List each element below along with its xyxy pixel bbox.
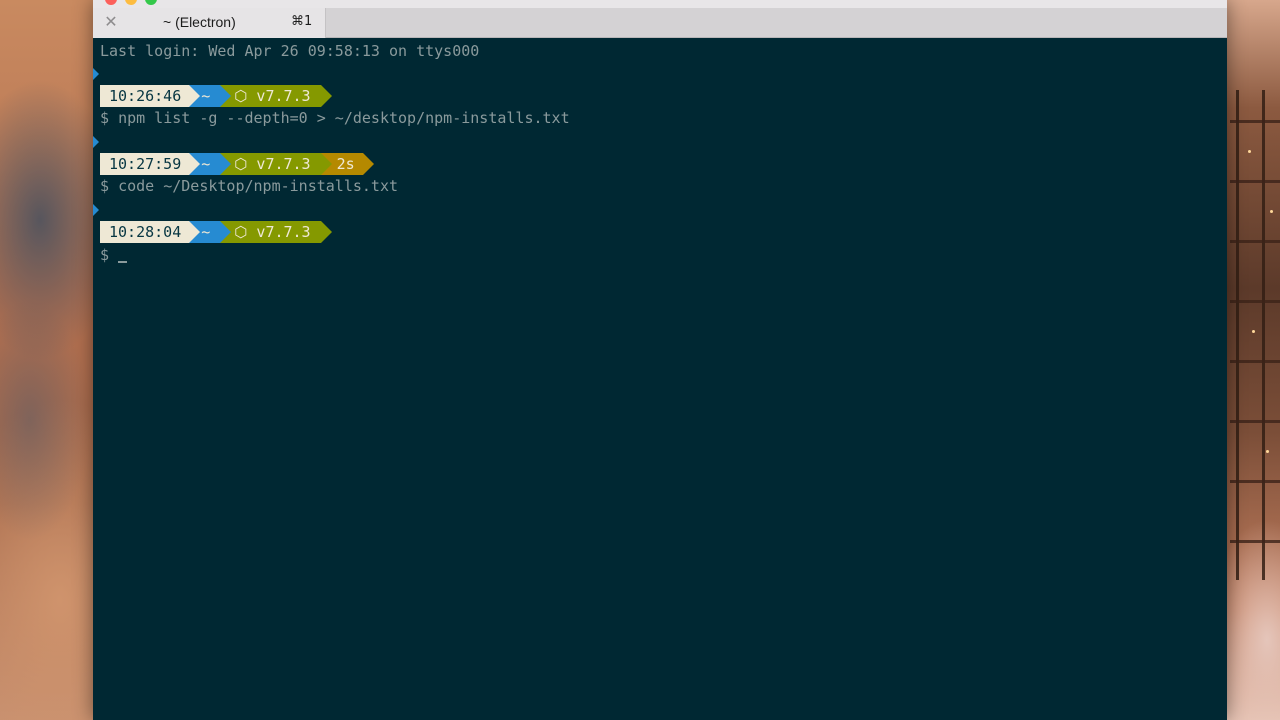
minimize-window-button[interactable]: [125, 0, 137, 5]
tab-bar: ✕ ~ (Electron) ⌘1: [93, 8, 1227, 38]
tower-light: [1270, 210, 1273, 213]
launch-tower: [1236, 90, 1239, 580]
command-input-line[interactable]: $: [100, 244, 128, 266]
prompt-time: 10:28:04: [100, 221, 201, 243]
prompt-node-version: ⬡ v7.7.3: [220, 85, 332, 107]
prompt-node-version: ⬡ v7.7.3: [220, 221, 332, 243]
prompt-time: 10:27:59: [100, 153, 201, 175]
tab-shortcut: ⌘1: [291, 14, 313, 29]
command-text: npm list -g --depth=0 > ~/desktop/npm-in…: [118, 109, 570, 127]
text-cursor: [118, 261, 128, 263]
close-window-button[interactable]: [105, 0, 117, 5]
launch-tower: [1230, 120, 1280, 123]
launch-tower: [1230, 240, 1280, 243]
command-text: code ~/Desktop/npm-installs.txt: [118, 177, 399, 195]
prompt-symbol: $: [100, 109, 110, 127]
command-line: $ npm list -g --depth=0 > ~/desktop/npm-…: [100, 107, 570, 129]
tower-light: [1248, 150, 1251, 153]
zoom-window-button[interactable]: [145, 0, 157, 5]
command-line: $ code ~/Desktop/npm-installs.txt: [100, 175, 398, 197]
last-login-line: Last login: Wed Apr 26 09:58:13 on ttys0…: [100, 42, 480, 60]
prompt-time: 10:26:46: [100, 85, 201, 107]
launch-tower: [1262, 90, 1265, 580]
prompt-symbol: $: [100, 246, 110, 264]
launch-tower: [1230, 480, 1280, 483]
terminal-window[interactable]: ✕ ~ (Electron) ⌘1 Last login: Wed Apr 26…: [93, 0, 1227, 720]
prompt-segments: 10:28:04 ~ ⬡ v7.7.3: [100, 221, 332, 243]
launch-tower: [1230, 360, 1280, 363]
prompt-symbol: $: [100, 177, 110, 195]
tab-title: ~ (Electron): [163, 14, 236, 30]
prompt-segments: 10:27:59 ~ ⬡ v7.7.3 2s: [100, 153, 374, 175]
prompt-node-version: ⬡ v7.7.3: [220, 153, 332, 175]
prompt-marker-icon: [93, 136, 99, 148]
tab-electron[interactable]: ✕ ~ (Electron) ⌘1: [93, 8, 326, 38]
launch-tower: [1230, 180, 1280, 183]
prompt-marker-icon: [93, 204, 99, 216]
launch-tower: [1230, 540, 1280, 543]
prompt-segments: 10:26:46 ~ ⬡ v7.7.3: [100, 85, 332, 107]
launch-tower: [1230, 420, 1280, 423]
tower-light: [1252, 330, 1255, 333]
tower-light: [1266, 450, 1269, 453]
title-bar[interactable]: [93, 0, 1227, 8]
launch-tower: [1230, 300, 1280, 303]
prompt-marker-icon: [93, 68, 99, 80]
close-icon[interactable]: ✕: [102, 13, 120, 31]
